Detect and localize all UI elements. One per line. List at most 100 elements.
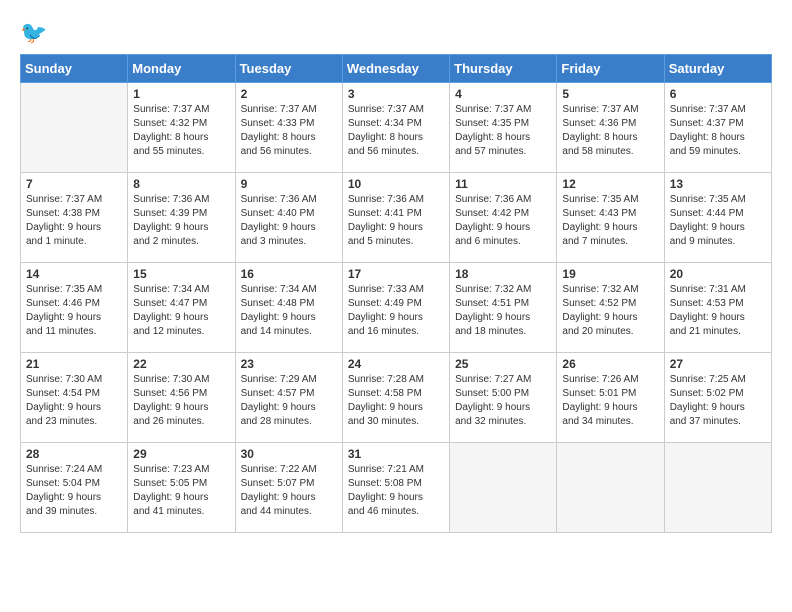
calendar-cell: 11Sunrise: 7:36 AMSunset: 4:42 PMDayligh… <box>450 173 557 263</box>
calendar-cell <box>21 83 128 173</box>
day-number: 29 <box>133 447 229 461</box>
calendar-week-2: 7Sunrise: 7:37 AMSunset: 4:38 PMDaylight… <box>21 173 772 263</box>
day-number: 3 <box>348 87 444 101</box>
day-info: Sunrise: 7:35 AMSunset: 4:46 PMDaylight:… <box>26 283 122 339</box>
day-info: Sunrise: 7:37 AMSunset: 4:34 PMDaylight:… <box>348 103 444 159</box>
calendar-cell: 31 Sunrise: 7:21 AMSunset: 5:08 PMDayligh… <box>342 443 449 533</box>
day-info: Sunrise: 7:32 AMSunset: 4:51 PMDaylight:… <box>455 283 551 339</box>
day-number: 16 <box>241 267 337 281</box>
calendar-cell: 14 Sunrise: 7:35 AMSunset: 4:46 PMDayligh… <box>21 263 128 353</box>
calendar-week-5: 28 Sunrise: 7:24 AMSunset: 5:04 PMDayligh… <box>21 443 772 533</box>
day-number: 25 <box>455 357 551 371</box>
calendar-cell: 15Sunrise: 7:34 AMSunset: 4:47 PMDayligh… <box>128 263 235 353</box>
day-number: 10 <box>348 177 444 191</box>
day-info: Sunrise: 7:34 AMSunset: 4:48 PMDaylight:… <box>241 283 337 339</box>
day-number: 22 <box>133 357 229 371</box>
calendar-week-1: 1 Sunrise: 7:37 AMSunset: 4:32 PMDaylight… <box>21 83 772 173</box>
calendar-cell: 29 Sunrise: 7:23 AMSunset: 5:05 PMDayligh… <box>128 443 235 533</box>
day-info: Sunrise: 7:35 AMSunset: 4:44 PMDaylight:… <box>670 193 766 249</box>
calendar-cell: 17 Sunrise: 7:33 AMSunset: 4:49 PMDayligh… <box>342 263 449 353</box>
day-info: Sunrise: 7:21 AMSunset: 5:08 PMDaylight:… <box>348 463 444 519</box>
day-number: 23 <box>241 357 337 371</box>
header: 🐦 <box>20 20 772 46</box>
day-number: 18 <box>455 267 551 281</box>
calendar-cell: 10 Sunrise: 7:36 AMSunset: 4:41 PMDayligh… <box>342 173 449 263</box>
calendar-week-4: 21 Sunrise: 7:30 AMSunset: 4:54 PMDayligh… <box>21 353 772 443</box>
calendar-cell <box>664 443 771 533</box>
day-number: 17 <box>348 267 444 281</box>
calendar-cell: 19 Sunrise: 7:32 AMSunset: 4:52 PMDayligh… <box>557 263 664 353</box>
calendar-cell: 2Sunrise: 7:37 AMSunset: 4:33 PMDaylight… <box>235 83 342 173</box>
day-info: Sunrise: 7:37 AMSunset: 4:35 PMDaylight:… <box>455 103 551 159</box>
day-info: Sunrise: 7:35 AMSunset: 4:43 PMDaylight:… <box>562 193 658 249</box>
day-number: 26 <box>562 357 658 371</box>
day-number: 21 <box>26 357 122 371</box>
weekday-header-tuesday: Tuesday <box>235 55 342 83</box>
weekday-header-monday: Monday <box>128 55 235 83</box>
day-number: 15 <box>133 267 229 281</box>
day-info: Sunrise: 7:23 AMSunset: 5:05 PMDaylight:… <box>133 463 229 519</box>
calendar-cell: 23 Sunrise: 7:29 AMSunset: 4:57 PMDayligh… <box>235 353 342 443</box>
day-number: 4 <box>455 87 551 101</box>
day-number: 31 <box>348 447 444 461</box>
day-number: 20 <box>670 267 766 281</box>
weekday-header-saturday: Saturday <box>664 55 771 83</box>
calendar-cell: 18 Sunrise: 7:32 AMSunset: 4:51 PMDayligh… <box>450 263 557 353</box>
day-number: 27 <box>670 357 766 371</box>
calendar-cell: 27 Sunrise: 7:25 AMSunset: 5:02 PMDayligh… <box>664 353 771 443</box>
day-info: Sunrise: 7:29 AMSunset: 4:57 PMDaylight:… <box>241 373 337 429</box>
calendar-table: SundayMondayTuesdayWednesdayThursdayFrid… <box>20 54 772 533</box>
day-info: Sunrise: 7:25 AMSunset: 5:02 PMDaylight:… <box>670 373 766 429</box>
calendar-cell: 16 Sunrise: 7:34 AMSunset: 4:48 PMDayligh… <box>235 263 342 353</box>
calendar-cell: 20 Sunrise: 7:31 AMSunset: 4:53 PMDayligh… <box>664 263 771 353</box>
calendar-cell <box>450 443 557 533</box>
day-number: 14 <box>26 267 122 281</box>
day-number: 13 <box>670 177 766 191</box>
day-number: 19 <box>562 267 658 281</box>
day-number: 30 <box>241 447 337 461</box>
day-info: Sunrise: 7:28 AMSunset: 4:58 PMDaylight:… <box>348 373 444 429</box>
calendar-cell: 30Sunrise: 7:22 AMSunset: 5:07 PMDayligh… <box>235 443 342 533</box>
calendar-cell <box>557 443 664 533</box>
day-info: Sunrise: 7:37 AMSunset: 4:37 PMDaylight:… <box>670 103 766 159</box>
calendar-cell: 28 Sunrise: 7:24 AMSunset: 5:04 PMDayligh… <box>21 443 128 533</box>
day-info: Sunrise: 7:30 AMSunset: 4:54 PMDaylight:… <box>26 373 122 429</box>
weekday-header-friday: Friday <box>557 55 664 83</box>
day-info: Sunrise: 7:24 AMSunset: 5:04 PMDaylight:… <box>26 463 122 519</box>
calendar-cell: 8 Sunrise: 7:36 AMSunset: 4:39 PMDaylight… <box>128 173 235 263</box>
calendar-cell: 9 Sunrise: 7:36 AMSunset: 4:40 PMDaylight… <box>235 173 342 263</box>
day-number: 2 <box>241 87 337 101</box>
day-info: Sunrise: 7:37 AMSunset: 4:36 PMDaylight:… <box>562 103 658 159</box>
calendar-cell: 7Sunrise: 7:37 AMSunset: 4:38 PMDaylight… <box>21 173 128 263</box>
day-number: 24 <box>348 357 444 371</box>
calendar-cell: 1 Sunrise: 7:37 AMSunset: 4:32 PMDaylight… <box>128 83 235 173</box>
weekday-header-thursday: Thursday <box>450 55 557 83</box>
calendar-cell: 5 Sunrise: 7:37 AMSunset: 4:36 PMDaylight… <box>557 83 664 173</box>
day-info: Sunrise: 7:31 AMSunset: 4:53 PMDaylight:… <box>670 283 766 339</box>
calendar-cell: 6 Sunrise: 7:37 AMSunset: 4:37 PMDaylight… <box>664 83 771 173</box>
day-number: 5 <box>562 87 658 101</box>
calendar-cell: 26 Sunrise: 7:26 AMSunset: 5:01 PMDayligh… <box>557 353 664 443</box>
day-number: 6 <box>670 87 766 101</box>
calendar-cell: 22 Sunrise: 7:30 AMSunset: 4:56 PMDayligh… <box>128 353 235 443</box>
day-number: 11 <box>455 177 551 191</box>
calendar-cell: 13 Sunrise: 7:35 AMSunset: 4:44 PMDayligh… <box>664 173 771 263</box>
day-info: Sunrise: 7:37 AMSunset: 4:32 PMDaylight:… <box>133 103 229 159</box>
day-info: Sunrise: 7:36 AMSunset: 4:39 PMDaylight:… <box>133 193 229 249</box>
logo: 🐦 <box>20 20 51 46</box>
day-number: 9 <box>241 177 337 191</box>
weekday-header-row: SundayMondayTuesdayWednesdayThursdayFrid… <box>21 55 772 83</box>
day-info: Sunrise: 7:32 AMSunset: 4:52 PMDaylight:… <box>562 283 658 339</box>
day-info: Sunrise: 7:26 AMSunset: 5:01 PMDaylight:… <box>562 373 658 429</box>
calendar-cell: 4 Sunrise: 7:37 AMSunset: 4:35 PMDaylight… <box>450 83 557 173</box>
day-number: 7 <box>26 177 122 191</box>
logo-icon: 🐦 <box>20 20 47 46</box>
day-number: 1 <box>133 87 229 101</box>
calendar-cell: 24 Sunrise: 7:28 AMSunset: 4:58 PMDayligh… <box>342 353 449 443</box>
day-info: Sunrise: 7:30 AMSunset: 4:56 PMDaylight:… <box>133 373 229 429</box>
day-info: Sunrise: 7:36 AMSunset: 4:41 PMDaylight:… <box>348 193 444 249</box>
day-info: Sunrise: 7:36 AMSunset: 4:40 PMDaylight:… <box>241 193 337 249</box>
day-number: 8 <box>133 177 229 191</box>
day-info: Sunrise: 7:33 AMSunset: 4:49 PMDaylight:… <box>348 283 444 339</box>
day-number: 28 <box>26 447 122 461</box>
